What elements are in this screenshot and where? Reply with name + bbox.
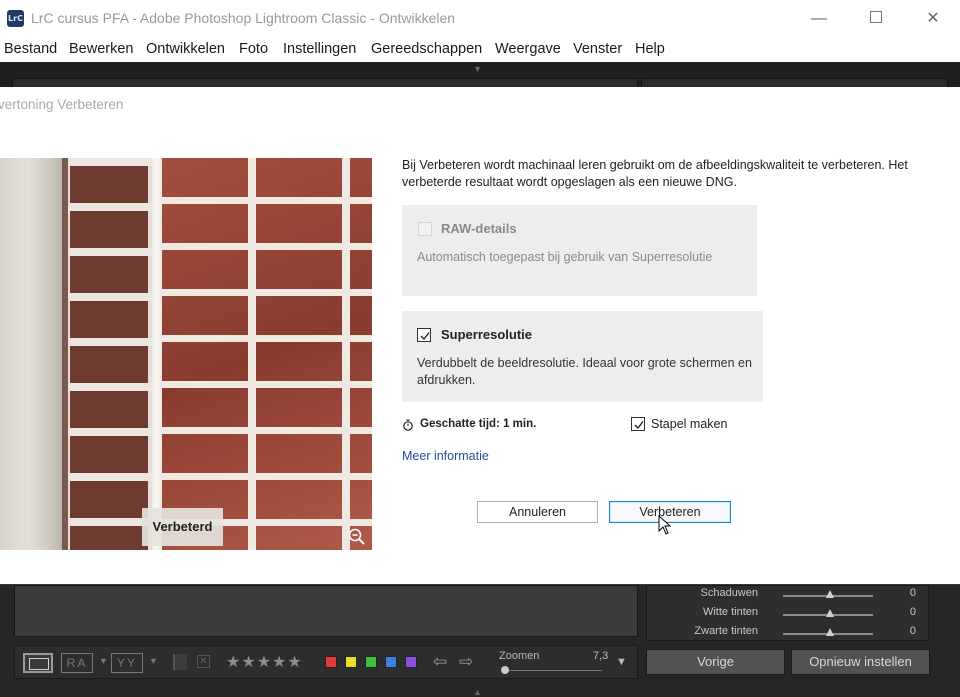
image-area-bottom — [14, 585, 638, 637]
chevron-down-icon[interactable]: ▼ — [99, 656, 108, 666]
menu-venster[interactable]: Venster — [573, 41, 622, 57]
mouse-cursor-icon — [658, 515, 672, 535]
star-rating[interactable]: ★★★★★ — [226, 652, 303, 672]
bottom-panel-grip-icon[interactable]: ▲ — [473, 687, 482, 697]
zoom-out-icon[interactable] — [347, 527, 367, 547]
zoom-slider-thumb[interactable] — [501, 666, 509, 674]
enhance-dialog: vertoning Verbeteren Verbeterd Bij Verbe… — [0, 87, 960, 584]
slider-label: Witte tinten — [702, 606, 758, 618]
arrow-left-icon[interactable]: ⇦ — [433, 652, 447, 672]
preview-wall-edge — [0, 158, 62, 550]
raw-details-description: Automatisch toegepast bij gebruik van Su… — [417, 250, 713, 264]
cancel-button[interactable]: Annuleren — [477, 501, 598, 523]
preview-brick-column — [68, 158, 154, 550]
raw-details-option: RAW-details Automatisch toegepast bij ge… — [402, 205, 757, 296]
slider-label: Schaduwen — [700, 587, 759, 599]
minimize-button[interactable]: — — [790, 0, 848, 37]
preview-label: Verbeterd — [142, 508, 223, 546]
dialog-title: vertoning Verbeteren — [0, 97, 124, 112]
menu-bar: Bestand Bewerken Ontwikkelen Foto Instel… — [0, 37, 960, 62]
enhanced-preview-image[interactable]: Verbeterd — [0, 158, 372, 550]
maximize-button[interactable] — [847, 0, 905, 37]
color-label-blue[interactable] — [385, 656, 397, 668]
create-stack-label[interactable]: Stapel maken — [651, 417, 727, 431]
window-title: LrC cursus PFA - Adobe Photoshop Lightro… — [31, 10, 456, 26]
slider-thumb[interactable] — [826, 609, 834, 617]
develop-toolbar: RA ▼ YY ▼ ✕ ★★★★★ ⇦ ⇨ Zoomen 7,3 ▼ — [14, 645, 638, 679]
super-resolution-description: Verdubbelt de beeldresolutie. Ideaal voo… — [417, 356, 752, 387]
menu-help[interactable]: Help — [635, 41, 665, 57]
slider-blacks[interactable]: Zwarte tinten 0 — [647, 624, 930, 642]
top-panel-grip-icon[interactable]: ▼ — [473, 64, 482, 74]
arrow-right-icon[interactable]: ⇨ — [459, 652, 473, 672]
reject-flag-icon[interactable]: ✕ — [197, 655, 210, 668]
color-label-red[interactable] — [325, 656, 337, 668]
color-label-purple[interactable] — [405, 656, 417, 668]
menu-bewerken[interactable]: Bewerken — [69, 41, 133, 57]
stopwatch-icon — [403, 419, 413, 431]
menu-foto[interactable]: Foto — [239, 41, 268, 57]
estimated-time: Geschatte tijd: 1 min. — [420, 418, 537, 430]
slider-value[interactable]: 0 — [910, 606, 916, 618]
raw-details-title: RAW-details — [441, 221, 517, 236]
color-label-yellow[interactable] — [345, 656, 357, 668]
slider-value[interactable]: 0 — [910, 625, 916, 637]
menu-weergave[interactable]: Weergave — [495, 41, 561, 57]
slider-value[interactable]: 0 — [910, 587, 916, 599]
flag-icon[interactable] — [173, 654, 187, 670]
before-after-split-button[interactable]: YY — [111, 653, 143, 673]
super-resolution-option: Superresolutie Verdubbelt de beeldresolu… — [402, 311, 763, 402]
create-stack-checkbox[interactable] — [631, 417, 645, 431]
slider-thumb[interactable] — [826, 628, 834, 636]
zoom-value: 7,3 — [593, 650, 609, 662]
menu-bestand[interactable]: Bestand — [4, 41, 57, 57]
zoom-slider-track[interactable] — [502, 670, 602, 671]
preview-mortar — [152, 158, 162, 550]
lightroom-bottom-area: Schaduwen 0 Witte tinten 0 Zwarte tinten… — [0, 585, 960, 697]
toolbar-menu-caret-icon[interactable]: ▼ — [616, 656, 627, 668]
reset-button[interactable]: Opnieuw instellen — [791, 649, 930, 675]
dialog-description: Bij Verbeteren wordt machinaal leren geb… — [402, 158, 908, 189]
chevron-down-icon[interactable]: ▼ — [149, 656, 158, 666]
menu-gereedschappen[interactable]: Gereedschappen — [371, 41, 482, 57]
zoom-label: Zoomen — [499, 650, 540, 662]
lightroom-app-icon: LrC — [7, 10, 24, 27]
super-resolution-title: Superresolutie — [441, 327, 533, 342]
super-resolution-checkbox[interactable] — [417, 328, 431, 342]
slider-thumb[interactable] — [826, 590, 834, 598]
preview-brick-wall — [162, 158, 372, 550]
slider-shadows[interactable]: Schaduwen 0 — [647, 586, 930, 604]
title-bar: LrC LrC cursus PFA - Adobe Photoshop Lig… — [0, 0, 960, 37]
slider-label: Zwarte tinten — [694, 625, 758, 637]
menu-instellingen[interactable]: Instellingen — [283, 41, 356, 57]
previous-settings-button[interactable]: Vorige — [646, 649, 785, 675]
slider-whites[interactable]: Witte tinten 0 — [647, 605, 930, 623]
color-label-green[interactable] — [365, 656, 377, 668]
checkmark-icon — [420, 332, 430, 341]
checkmark-icon — [634, 421, 644, 430]
close-window-button[interactable]: ✕ — [904, 0, 960, 37]
loupe-view-button[interactable] — [23, 653, 53, 673]
maximize-icon — [870, 11, 882, 24]
menu-ontwikkelen[interactable]: Ontwikkelen — [146, 41, 225, 57]
before-after-button[interactable]: RA — [61, 653, 93, 673]
basic-panel: Schaduwen 0 Witte tinten 0 Zwarte tinten… — [646, 585, 929, 641]
raw-details-checkbox — [418, 222, 432, 236]
more-info-link[interactable]: Meer informatie — [402, 449, 489, 463]
